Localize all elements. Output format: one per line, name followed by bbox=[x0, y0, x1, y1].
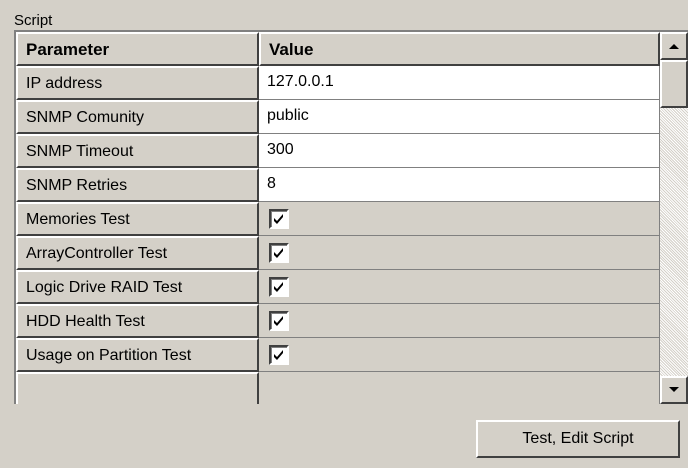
arrow-down-icon bbox=[669, 387, 679, 392]
checkmark-icon bbox=[274, 248, 283, 258]
checkmark-icon bbox=[274, 214, 283, 224]
header-value[interactable]: Value bbox=[259, 32, 660, 66]
checkmark-icon bbox=[274, 282, 283, 292]
table-row: HDD Health Test bbox=[16, 304, 660, 338]
table-row: ArrayController Test bbox=[16, 236, 660, 270]
value-cell bbox=[259, 236, 660, 270]
table-row: IP address 127.0.0.1 bbox=[16, 66, 660, 100]
table-row: SNMP Retries 8 bbox=[16, 168, 660, 202]
value-cell bbox=[259, 202, 660, 236]
value-cell bbox=[259, 270, 660, 304]
checkmark-icon bbox=[274, 316, 283, 326]
table-row: Memories Test bbox=[16, 202, 660, 236]
header-parameter[interactable]: Parameter bbox=[16, 32, 259, 66]
script-parameters-grid: Parameter Value IP address 127.0.0.1 SNM… bbox=[14, 30, 688, 404]
scrollbar-thumb[interactable] bbox=[660, 60, 688, 108]
param-name-cell: SNMP Timeout bbox=[16, 134, 259, 168]
table-row: SNMP Timeout 300 bbox=[16, 134, 660, 168]
hdd-health-test-checkbox[interactable] bbox=[269, 311, 289, 331]
vertical-scrollbar[interactable] bbox=[660, 32, 688, 404]
test-edit-script-button[interactable]: Test, Edit Script bbox=[476, 420, 680, 458]
arrow-up-icon bbox=[669, 44, 679, 49]
param-name-cell: ArrayController Test bbox=[16, 236, 259, 270]
param-name-cell: IP address bbox=[16, 66, 259, 100]
checkmark-icon bbox=[274, 350, 283, 360]
snmp-timeout-value-cell[interactable]: 300 bbox=[259, 134, 660, 168]
table-row: SNMP Comunity public bbox=[16, 100, 660, 134]
param-name-cell: Memories Test bbox=[16, 202, 259, 236]
param-name-cell: SNMP Retries bbox=[16, 168, 259, 202]
param-name-cell: SNMP Comunity bbox=[16, 100, 259, 134]
logic-drive-raid-test-checkbox[interactable] bbox=[269, 277, 289, 297]
ip-address-value-cell[interactable]: 127.0.0.1 bbox=[259, 66, 660, 100]
value-cell bbox=[259, 372, 660, 404]
grid-header-row: Parameter Value bbox=[16, 32, 660, 66]
snmp-community-value-cell[interactable]: public bbox=[259, 100, 660, 134]
snmp-retries-value-cell[interactable]: 8 bbox=[259, 168, 660, 202]
scroll-down-button[interactable] bbox=[660, 376, 688, 404]
table-row: Usage on Partition Test bbox=[16, 338, 660, 372]
group-label-script: Script bbox=[14, 12, 53, 29]
table-row bbox=[16, 372, 660, 404]
usage-on-partition-test-checkbox[interactable] bbox=[269, 345, 289, 365]
table-row: Logic Drive RAID Test bbox=[16, 270, 660, 304]
param-name-cell: HDD Health Test bbox=[16, 304, 259, 338]
param-name-cell: Usage on Partition Test bbox=[16, 338, 259, 372]
value-cell bbox=[259, 304, 660, 338]
value-cell bbox=[259, 338, 660, 372]
param-name-cell bbox=[16, 372, 259, 404]
param-name-cell: Logic Drive RAID Test bbox=[16, 270, 259, 304]
scroll-up-button[interactable] bbox=[660, 32, 688, 60]
arraycontroller-test-checkbox[interactable] bbox=[269, 243, 289, 263]
memories-test-checkbox[interactable] bbox=[269, 209, 289, 229]
grid-body: Parameter Value IP address 127.0.0.1 SNM… bbox=[16, 32, 660, 404]
